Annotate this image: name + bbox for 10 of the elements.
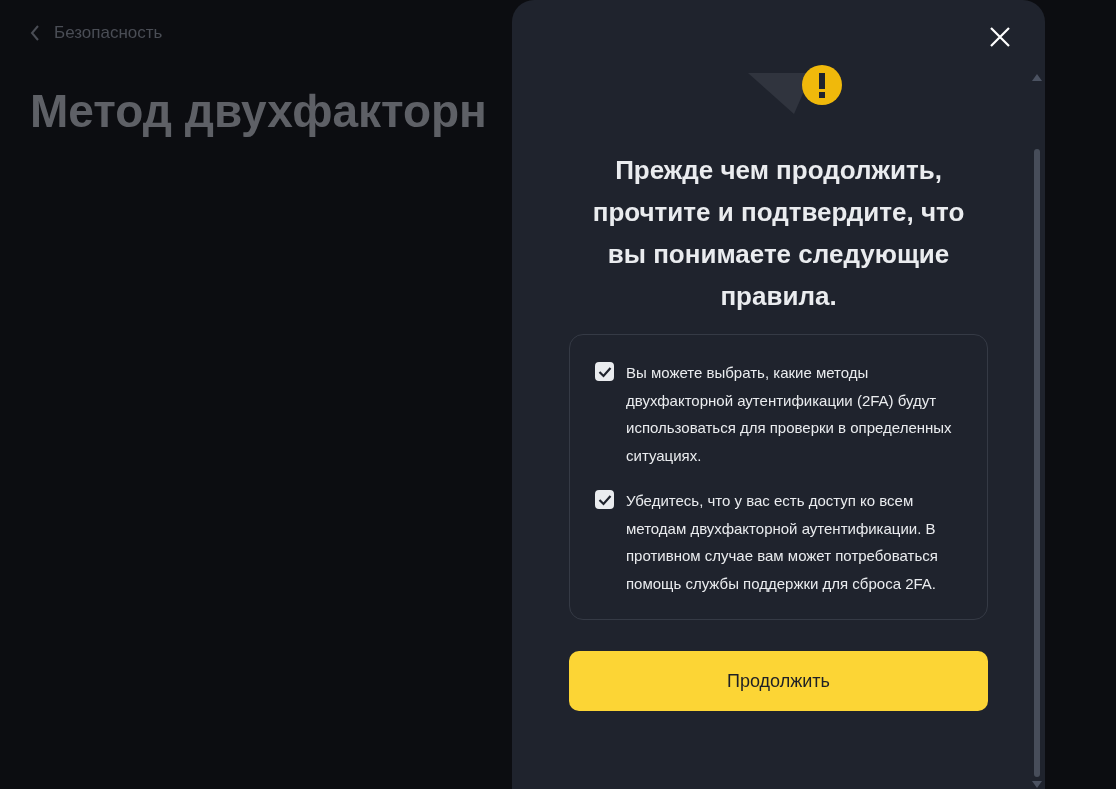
dialog-heading: Прежде чем продолжить, прочтите и подтвердите, что вы понимаете следующие правила. xyxy=(591,154,966,313)
rule-text: Вы можете выбрать, какие методы двухфакторной аутентификации (2FA) будут использоваться для проверки в определенных ситуациях. xyxy=(626,363,953,466)
continue-button[interactable]: Продолжить xyxy=(569,651,988,711)
checkbox[interactable] xyxy=(595,362,614,381)
checkbox[interactable] xyxy=(595,490,614,509)
page-title: Метод двухфакторн xyxy=(30,84,487,138)
close-icon[interactable] xyxy=(989,26,1011,48)
rule-text: Убедитесь, что у вас есть доступ ко всем методам двухфакторной аутентификации. В противном случае вам может потребоваться помощь службы поддержки для сброса 2FA. xyxy=(626,491,939,594)
chevron-left-icon xyxy=(30,25,40,41)
scrollbar-thumb[interactable] xyxy=(1034,149,1040,777)
